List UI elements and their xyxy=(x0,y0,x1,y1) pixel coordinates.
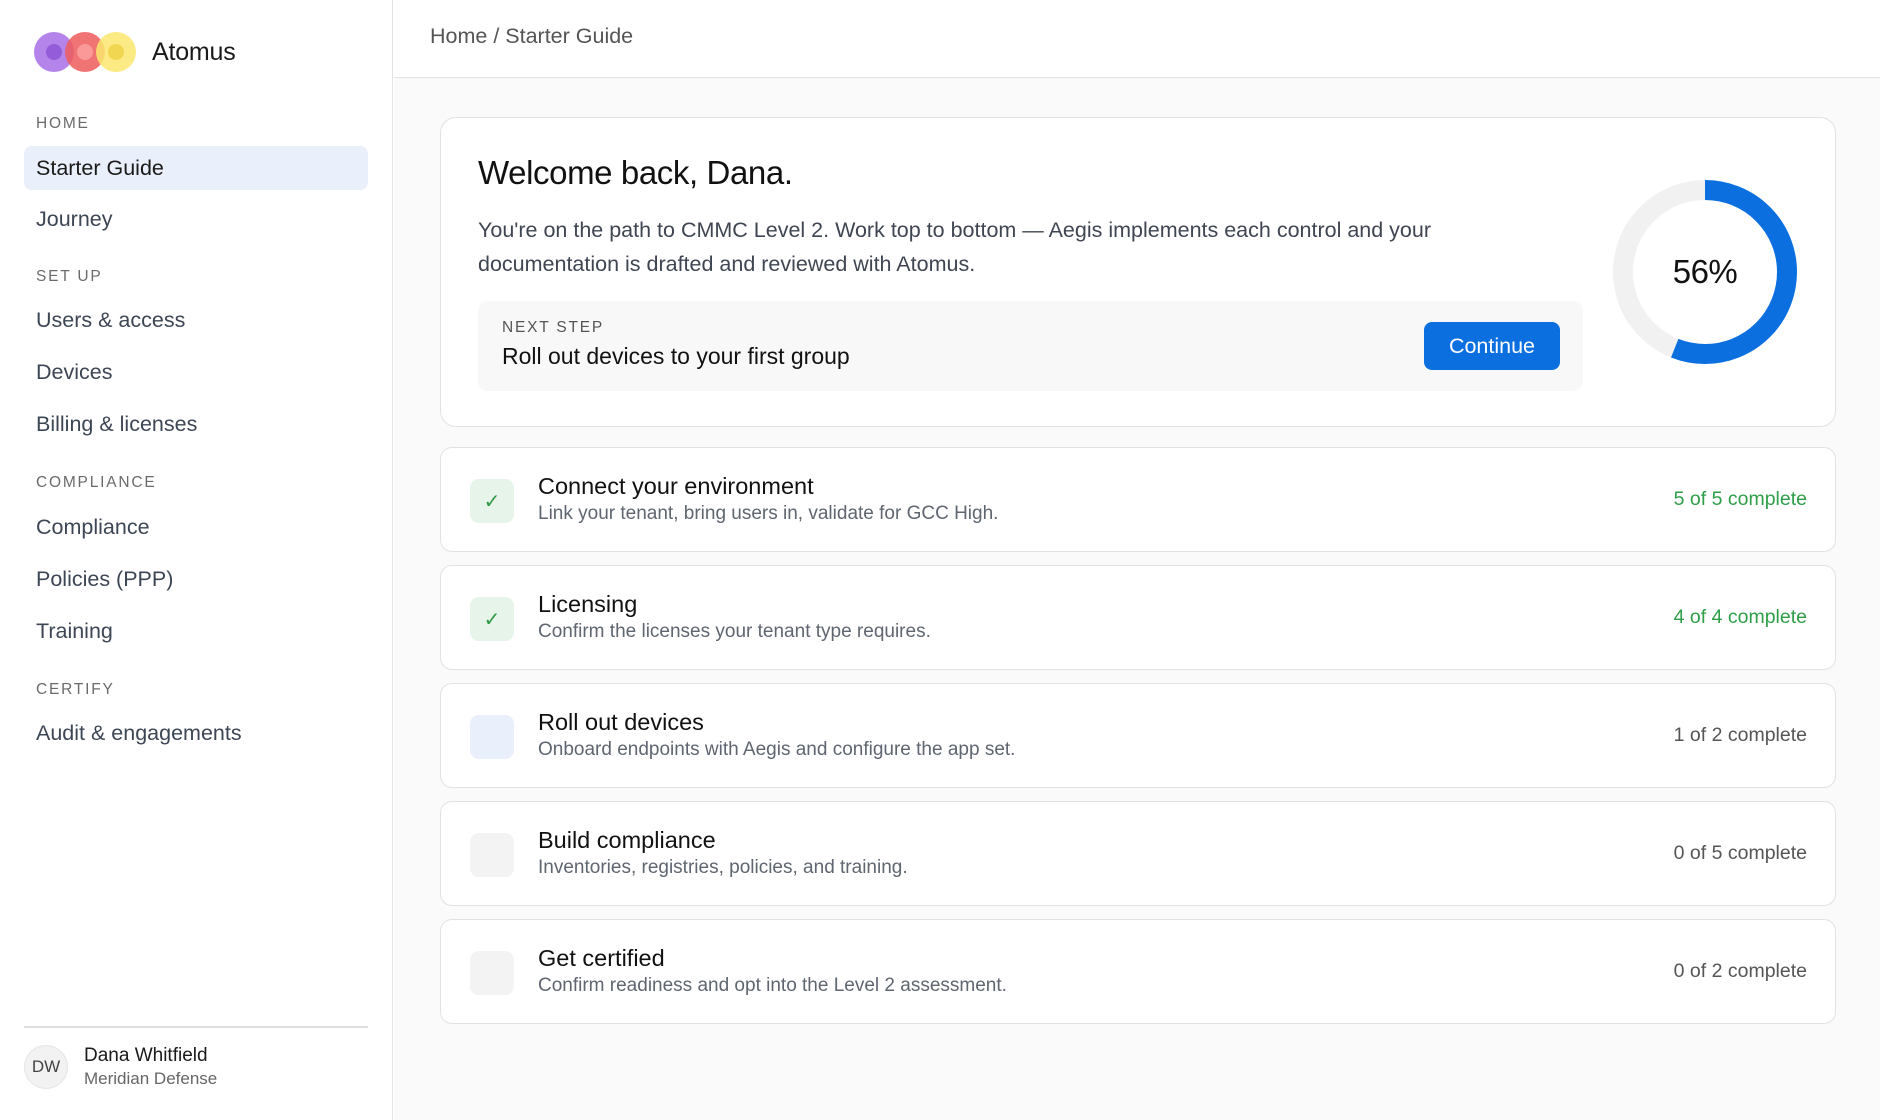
step-status: 4 of 4 complete xyxy=(1673,606,1807,628)
step-card-get-certified[interactable]: Get certified Confirm readiness and opt … xyxy=(440,919,1836,1024)
sidebar-item-audit-engagements[interactable]: Audit & engagements xyxy=(24,711,368,755)
sidebar-item-label: Policies (PPP) xyxy=(36,566,174,591)
step-status: 0 of 5 complete xyxy=(1673,842,1807,864)
sidebar: Atomus HOME Starter Guide Journey SET UP… xyxy=(0,0,393,1120)
user-org: Meridian Defense xyxy=(84,1069,218,1088)
step-status: 0 of 2 complete xyxy=(1673,960,1807,982)
continue-button[interactable]: Continue xyxy=(1424,322,1560,370)
step-description: Link your tenant, bring users in, valida… xyxy=(538,503,999,524)
sidebar-item-label: Audit & engagements xyxy=(36,720,242,745)
welcome-description: You're on the path to CMMC Level 2. Work… xyxy=(478,218,1431,276)
logo-dot-yellow xyxy=(96,32,136,72)
atomus-logo-icon xyxy=(34,32,138,72)
sidebar-item-label: Training xyxy=(36,618,113,643)
step-title: Build compliance xyxy=(538,827,716,853)
step-status-indicator xyxy=(470,951,514,995)
next-step-panel: NEXT STEP Roll out devices to your first… xyxy=(478,301,1583,391)
sidebar-item-devices[interactable]: Devices xyxy=(24,350,368,394)
step-card-connect-environment[interactable]: ✓ Connect your environment Link your ten… xyxy=(440,447,1836,552)
sidebar-item-label: Devices xyxy=(36,359,113,384)
sidebar-item-label: Journey xyxy=(36,206,113,231)
step-description: Confirm the licenses your tenant type re… xyxy=(538,621,931,642)
step-title: Licensing xyxy=(538,591,638,617)
sidebar-item-training[interactable]: Training xyxy=(24,609,368,653)
step-description: Confirm readiness and opt into the Level… xyxy=(538,975,1007,996)
next-step-label: NEXT STEP xyxy=(502,319,605,336)
welcome-card: Welcome back, Dana. You're on the path t… xyxy=(440,117,1836,427)
app-logo[interactable]: Atomus xyxy=(34,32,236,72)
nav-section-certify: CERTIFY xyxy=(36,681,115,698)
app-name: Atomus xyxy=(152,37,236,66)
nav-section-compliance: COMPLIANCE xyxy=(36,474,157,491)
step-description: Inventories, registries, policies, and t… xyxy=(538,857,908,878)
sidebar-item-starter-guide[interactable]: Starter Guide xyxy=(24,146,368,190)
main-content: Home / Starter Guide Welcome back, Dana.… xyxy=(394,0,1880,1120)
step-title: Get certified xyxy=(538,945,665,971)
user-profile[interactable]: DW Dana Whitfield Meridian Defense xyxy=(24,1044,217,1090)
sidebar-item-policies[interactable]: Policies (PPP) xyxy=(24,557,368,601)
sidebar-divider xyxy=(24,1026,368,1028)
step-card-licensing[interactable]: ✓ Licensing Confirm the licenses your te… xyxy=(440,565,1836,670)
step-title: Roll out devices xyxy=(538,709,704,735)
sidebar-item-journey[interactable]: Journey xyxy=(24,197,368,241)
progress-percent: 56% xyxy=(1672,253,1738,290)
avatar: DW xyxy=(24,1045,68,1089)
nav-section-setup: SET UP xyxy=(36,268,103,285)
sidebar-item-label: Users & access xyxy=(36,307,186,332)
nav-section-home: HOME xyxy=(36,115,90,132)
step-status: 5 of 5 complete xyxy=(1673,488,1807,510)
breadcrumb: Home / Starter Guide xyxy=(430,24,634,48)
step-status-indicator xyxy=(470,833,514,877)
sidebar-item-label: Compliance xyxy=(36,514,150,539)
step-card-roll-out-devices[interactable]: Roll out devices Onboard endpoints with … xyxy=(440,683,1836,788)
sidebar-item-compliance[interactable]: Compliance xyxy=(24,505,368,549)
check-icon: ✓ xyxy=(470,597,514,641)
step-status: 1 of 2 complete xyxy=(1673,724,1807,746)
user-name: Dana Whitfield xyxy=(84,1045,208,1066)
step-card-build-compliance[interactable]: Build compliance Inventories, registries… xyxy=(440,801,1836,906)
step-description: Onboard endpoints with Aegis and configu… xyxy=(538,739,1016,760)
sidebar-item-label: Starter Guide xyxy=(36,155,164,180)
page-title: Welcome back, Dana. xyxy=(478,154,793,191)
step-title: Connect your environment xyxy=(538,473,814,499)
check-icon: ✓ xyxy=(470,479,514,523)
sidebar-item-billing-licenses[interactable]: Billing & licenses xyxy=(24,402,368,446)
sidebar-item-label: Billing & licenses xyxy=(36,411,198,436)
topbar: Home / Starter Guide xyxy=(394,0,1880,78)
step-status-indicator xyxy=(470,715,514,759)
next-step-title: Roll out devices to your first group xyxy=(502,343,850,369)
sidebar-item-users-access[interactable]: Users & access xyxy=(24,298,368,342)
